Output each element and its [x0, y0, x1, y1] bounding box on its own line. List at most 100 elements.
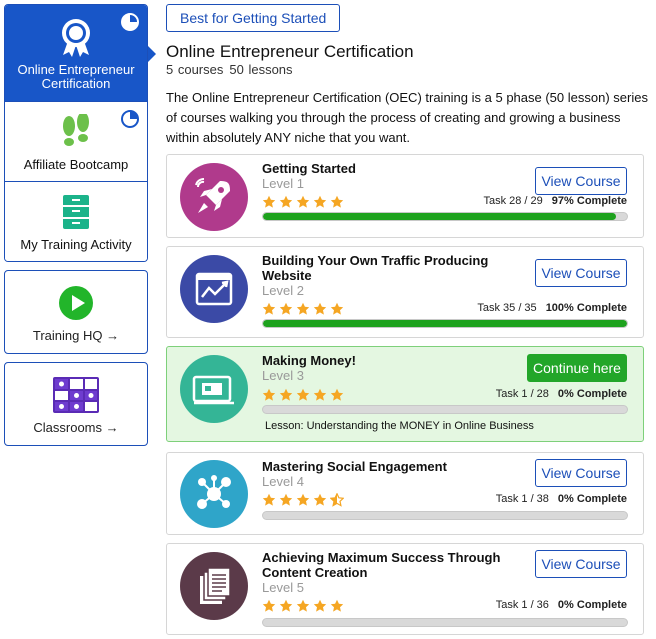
star-full-icon: [296, 599, 310, 612]
current-lesson-link[interactable]: Lesson: Understanding the MONEY in Onlin…: [265, 420, 534, 432]
page-title: Online Entrepreneur Certification: [166, 42, 414, 61]
course-title: Building Your Own Traffic Producing Webs…: [262, 253, 489, 283]
star-full-icon: [296, 388, 310, 401]
lessons-count: 50 lessons: [229, 62, 293, 77]
task-count: Task 28 / 29: [483, 195, 543, 207]
sidebar-item-label: Certification: [41, 76, 111, 91]
task-count: Task 1 / 38: [495, 493, 549, 505]
view-course-button[interactable]: View Course: [535, 459, 627, 487]
courses-count: 5 courses: [166, 62, 224, 77]
continue-here-button[interactable]: Continue here: [527, 354, 627, 382]
course-card-current: Making Money! Level 3 Task 1 / 28 0% Comp…: [166, 346, 644, 442]
best-for-getting-started-button[interactable]: Best for Getting Started: [166, 4, 341, 32]
percent-complete: 0% Complete: [557, 493, 627, 505]
active-item-pointer: [148, 46, 156, 62]
star-rating: [262, 493, 344, 507]
star-full-icon: [330, 302, 344, 315]
star-full-icon: [330, 388, 344, 401]
ribbon-award-icon: [59, 17, 93, 60]
progress-pie-icon: [121, 110, 139, 128]
sidebar-item-label: Classrooms →: [33, 420, 119, 435]
sidebar-item-label: Online Entrepreneur: [17, 62, 135, 77]
course-title: Making Money!: [262, 353, 356, 368]
percent-complete: 97% Complete: [551, 195, 627, 207]
course-card: Mastering Social Engagement Level 4 Task…: [166, 452, 644, 535]
sidebar-item-classrooms[interactable]: Classrooms →: [4, 362, 148, 446]
percent-complete: 0% Complete: [557, 388, 627, 400]
credit-card-icon: [180, 355, 248, 423]
star-full-icon: [279, 302, 293, 315]
course-card: Building Your Own Traffic Producing Webs…: [166, 246, 644, 338]
task-progress-text: Task 35 / 35 100% Complete: [477, 302, 627, 314]
star-full-icon: [279, 493, 293, 506]
sidebar-item-label: Training HQ →: [32, 328, 120, 343]
task-progress-text: Task 1 / 36 0% Complete: [496, 599, 627, 611]
task-progress-text: Task 28 / 29 97% Complete: [483, 195, 627, 207]
progress-bar: [262, 511, 628, 520]
view-course-button[interactable]: View Course: [535, 167, 627, 195]
sidebar-item-affiliate-bootcamp[interactable]: Affiliate Bootcamp: [5, 101, 147, 181]
star-full-icon: [296, 493, 310, 506]
percent-complete: 0% Complete: [557, 599, 627, 611]
view-course-button[interactable]: View Course: [535, 550, 627, 578]
star-full-icon: [262, 388, 276, 401]
task-count: Task 1 / 28: [495, 388, 549, 400]
task-progress-text: Task 1 / 28 0% Complete: [496, 388, 627, 400]
course-card: Getting Started Level 1 Task 28 / 29 97% …: [166, 154, 644, 238]
course-title: Achieving Maximum Success Through Conten…: [262, 550, 501, 580]
star-full-icon: [313, 302, 327, 315]
sidebar-item-training-hq[interactable]: Training HQ →: [4, 270, 148, 354]
course-title: Getting Started: [262, 161, 356, 176]
star-rating: [262, 388, 344, 402]
star-full-icon: [313, 388, 327, 401]
sidebar-item-online-entrepreneur-certification[interactable]: Online Entrepreneur Certification: [5, 5, 147, 101]
progress-fill: [263, 320, 627, 327]
star-full-icon: [313, 195, 327, 208]
star-full-icon: [313, 493, 327, 506]
progress-bar: [262, 212, 628, 221]
certification-nav-group: Online Entrepreneur Certification Affili…: [4, 4, 148, 262]
star-full-icon: [279, 599, 293, 612]
star-rating: [262, 302, 344, 316]
progress-bar: [262, 618, 628, 627]
course-level: Level 4: [262, 474, 304, 489]
rocket-icon: [180, 163, 248, 231]
course-level: Level 5: [262, 580, 304, 595]
sidebar-item-my-training-activity[interactable]: My Training Activity: [5, 181, 147, 261]
social-network-icon: [180, 460, 248, 528]
star-full-icon: [313, 599, 327, 612]
grid-blocks-icon: [53, 377, 99, 416]
view-course-button[interactable]: View Course: [535, 259, 627, 287]
cabinet-icon: [62, 194, 90, 233]
star-full-icon: [262, 195, 276, 208]
course-level: Level 1: [262, 176, 304, 191]
star-full-icon: [279, 388, 293, 401]
certification-description: The Online Entrepreneur Certification (O…: [166, 90, 648, 145]
course-card: Achieving Maximum Success Through Conten…: [166, 543, 644, 635]
percent-complete: 100% Complete: [545, 302, 627, 314]
star-half-icon: [330, 493, 344, 507]
star-full-icon: [262, 302, 276, 315]
website-chart-icon: [180, 255, 248, 323]
task-progress-text: Task 1 / 38 0% Complete: [496, 493, 627, 505]
play-circle-icon: [58, 285, 94, 324]
star-full-icon: [296, 195, 310, 208]
course-title: Mastering Social Engagement: [262, 459, 447, 474]
sidebar-item-label: Affiliate Bootcamp: [23, 157, 129, 172]
documents-icon: [180, 552, 248, 620]
star-full-icon: [262, 599, 276, 612]
progress-fill: [263, 213, 617, 220]
progress-pie-icon: [121, 13, 139, 31]
star-rating: [262, 195, 344, 209]
progress-bar: [262, 319, 628, 328]
star-full-icon: [262, 493, 276, 506]
sidebar-item-label: My Training Activity: [20, 237, 132, 252]
training-sidebar: Online Entrepreneur Certification Affili…: [4, 4, 156, 446]
star-full-icon: [296, 302, 310, 315]
course-level: Level 3: [262, 368, 304, 383]
star-rating: [262, 599, 344, 613]
star-full-icon: [330, 195, 344, 208]
progress-bar: [262, 405, 628, 414]
task-count: Task 1 / 36: [495, 599, 549, 611]
star-full-icon: [330, 599, 344, 612]
